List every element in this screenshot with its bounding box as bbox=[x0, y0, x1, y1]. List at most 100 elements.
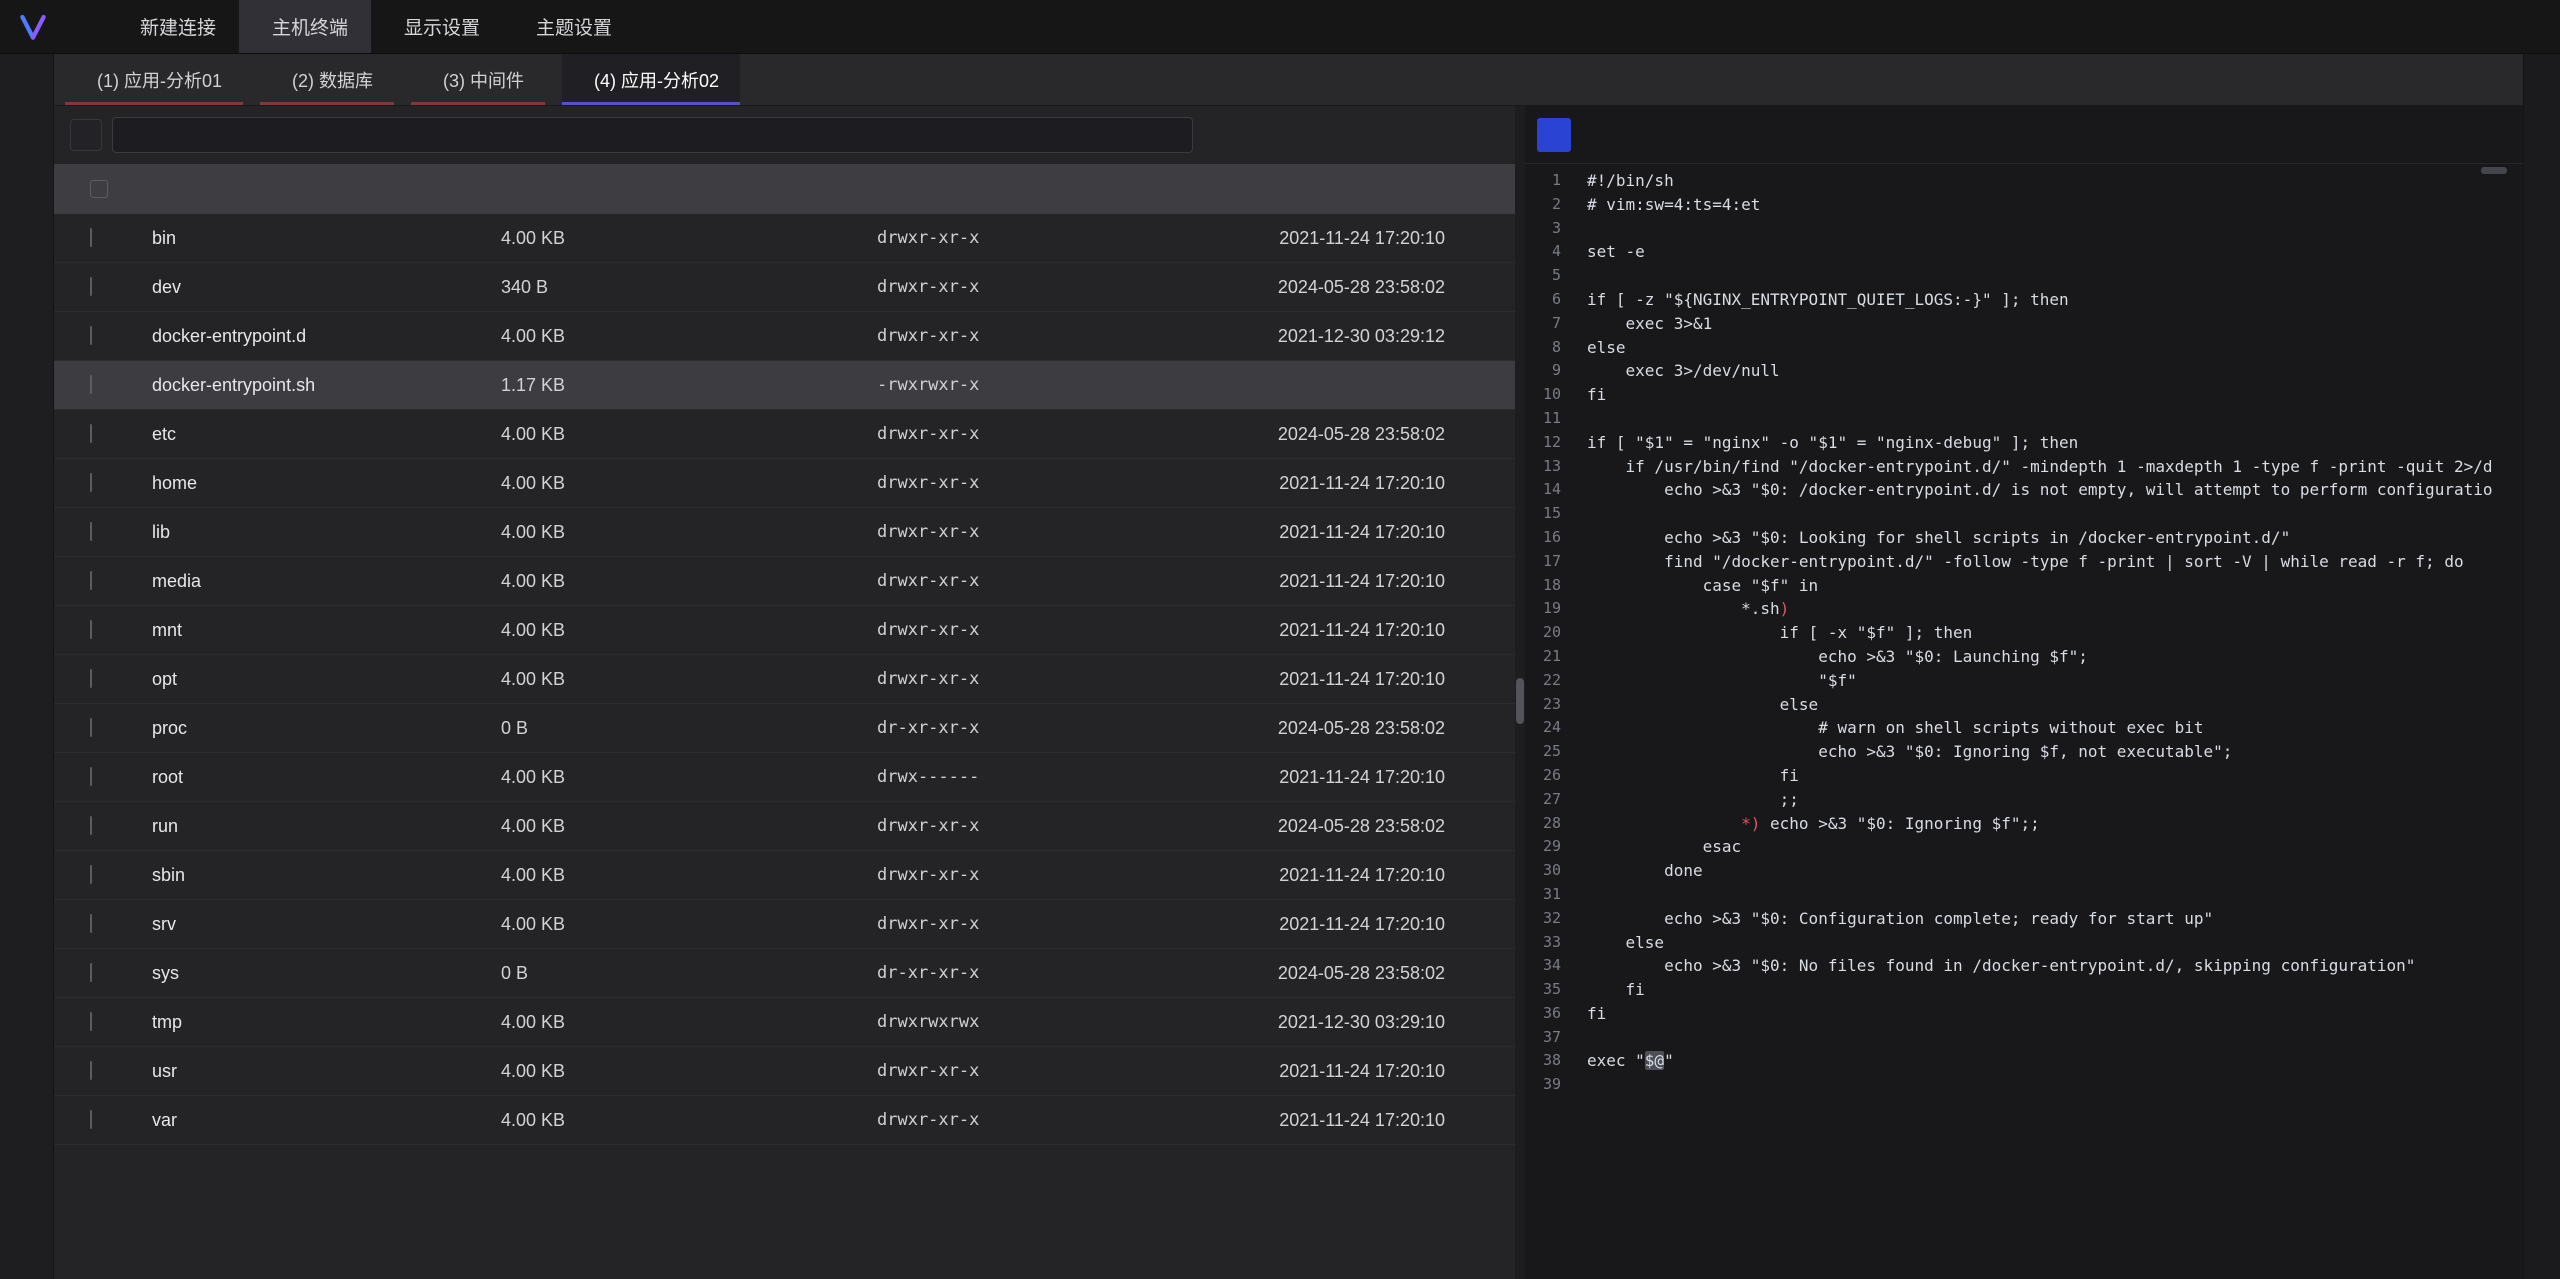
row-checkbox[interactable] bbox=[90, 963, 92, 982]
row-checkbox[interactable] bbox=[90, 620, 92, 639]
fold-chevron-icon[interactable] bbox=[1561, 693, 1587, 717]
menu-item-theme-settings[interactable]: 主题设置 bbox=[503, 0, 635, 53]
fold-chevron-icon[interactable] bbox=[1561, 978, 1587, 1002]
fold-chevron-icon[interactable] bbox=[1561, 883, 1587, 907]
delete-icon[interactable] bbox=[1381, 118, 1415, 152]
file-name-cell[interactable]: var bbox=[139, 1110, 501, 1131]
file-name-cell[interactable]: usr bbox=[139, 1061, 501, 1082]
fold-chevron-icon[interactable] bbox=[1561, 383, 1587, 407]
table-row-tmp[interactable]: tmp 4.00 KB drwxrwxrwx 2021-12-30 03:29:… bbox=[54, 998, 1515, 1047]
select-all-checkbox[interactable] bbox=[90, 180, 108, 198]
table-row-etc[interactable]: etc 4.00 KB drwxr-xr-x 2024-05-28 23:58:… bbox=[54, 410, 1515, 459]
row-checkbox[interactable] bbox=[90, 914, 92, 933]
row-checkbox[interactable] bbox=[90, 1061, 92, 1080]
file-name-cell[interactable]: bin bbox=[139, 228, 501, 249]
upload-icon[interactable] bbox=[1424, 118, 1458, 152]
row-checkbox[interactable] bbox=[90, 571, 92, 590]
table-row-mnt[interactable]: mnt 4.00 KB drwxr-xr-x 2021-11-24 17:20:… bbox=[54, 606, 1515, 655]
terminal-tab-1[interactable]: (1) 应用-分析01 bbox=[65, 54, 243, 105]
file-name-cell[interactable]: proc bbox=[139, 718, 501, 739]
table-row-srv[interactable]: srv 4.00 KB drwxr-xr-x 2021-11-24 17:20:… bbox=[54, 900, 1515, 949]
fold-chevron-icon[interactable] bbox=[1561, 812, 1587, 836]
path-input[interactable] bbox=[135, 124, 1180, 146]
menu-item-new-connection[interactable]: 新建连接 bbox=[107, 0, 239, 53]
download-icon[interactable] bbox=[1467, 118, 1501, 152]
file-name-cell[interactable]: tmp bbox=[139, 1012, 501, 1033]
file-name-cell[interactable]: run bbox=[139, 816, 501, 837]
new-folder-icon[interactable] bbox=[1338, 118, 1372, 152]
fold-chevron-icon[interactable] bbox=[1561, 359, 1587, 383]
row-checkbox[interactable] bbox=[90, 1110, 92, 1129]
fold-chevron-icon[interactable] bbox=[1561, 217, 1587, 241]
editor-file-tab[interactable] bbox=[1537, 118, 1571, 152]
fold-chevron-icon[interactable] bbox=[1561, 740, 1587, 764]
row-checkbox[interactable] bbox=[90, 473, 92, 492]
fold-chevron-icon[interactable] bbox=[1561, 407, 1587, 431]
fold-chevron-icon[interactable] bbox=[1561, 835, 1587, 859]
fold-chevron-icon[interactable] bbox=[1561, 455, 1587, 479]
terminal-tab-4[interactable]: (4) 应用-分析02 bbox=[562, 54, 740, 105]
editor-scrollbar-thumb[interactable] bbox=[2481, 167, 2507, 174]
table-row-media[interactable]: media 4.00 KB drwxr-xr-x 2021-11-24 17:2… bbox=[54, 557, 1515, 606]
fold-chevron-icon[interactable] bbox=[1561, 574, 1587, 598]
menu-item-host-terminal[interactable]: 主机终端 bbox=[239, 0, 371, 53]
row-checkbox[interactable] bbox=[90, 669, 92, 688]
table-row-opt[interactable]: opt 4.00 KB drwxr-xr-x 2021-11-24 17:20:… bbox=[54, 655, 1515, 704]
file-name-cell[interactable]: sys bbox=[139, 963, 501, 984]
file-name-cell[interactable]: etc bbox=[139, 424, 501, 445]
fold-chevron-icon[interactable] bbox=[1561, 550, 1587, 574]
file-name-cell[interactable]: mnt bbox=[139, 620, 501, 641]
table-row-var[interactable]: var 4.00 KB drwxr-xr-x 2021-11-24 17:20:… bbox=[54, 1096, 1515, 1145]
file-name-cell[interactable]: root bbox=[139, 767, 501, 788]
fold-chevron-icon[interactable] bbox=[1561, 502, 1587, 526]
file-name-cell[interactable]: lib bbox=[139, 522, 501, 543]
fold-chevron-icon[interactable] bbox=[1561, 764, 1587, 788]
fold-chevron-icon[interactable] bbox=[1561, 931, 1587, 955]
fold-chevron-icon[interactable] bbox=[1561, 716, 1587, 740]
row-checkbox[interactable] bbox=[90, 277, 92, 296]
fold-chevron-icon[interactable] bbox=[1561, 526, 1587, 550]
table-row-proc[interactable]: proc 0 B dr-xr-xr-x 2024-05-28 23:58:02 bbox=[54, 704, 1515, 753]
fold-chevron-icon[interactable] bbox=[1561, 312, 1587, 336]
menu-item-display-settings[interactable]: 显示设置 bbox=[371, 0, 503, 53]
refresh-icon[interactable] bbox=[1209, 118, 1243, 152]
file-name-cell[interactable]: docker-entrypoint.d bbox=[139, 326, 501, 347]
row-checkbox[interactable] bbox=[90, 228, 92, 247]
table-row-docker-entrypoint.sh[interactable]: docker-entrypoint.sh 1.17 KB -rwxrwxr-x bbox=[54, 361, 1515, 410]
new-file-icon[interactable] bbox=[1295, 118, 1329, 152]
fold-chevron-icon[interactable] bbox=[1561, 1002, 1587, 1026]
row-checkbox[interactable] bbox=[90, 767, 92, 786]
fold-chevron-icon[interactable] bbox=[1561, 669, 1587, 693]
terminal-tab-3[interactable]: (3) 中间件 bbox=[411, 54, 545, 105]
panel-resizer[interactable] bbox=[1515, 106, 1525, 1279]
fold-chevron-icon[interactable] bbox=[1561, 1073, 1587, 1097]
fold-chevron-icon[interactable] bbox=[1561, 288, 1587, 312]
file-name-cell[interactable]: docker-entrypoint.sh bbox=[139, 375, 501, 396]
file-name-cell[interactable]: opt bbox=[139, 669, 501, 690]
file-name-cell[interactable]: sbin bbox=[139, 865, 501, 886]
fold-chevron-icon[interactable] bbox=[1561, 859, 1587, 883]
fold-chevron-icon[interactable] bbox=[1561, 264, 1587, 288]
row-checkbox[interactable] bbox=[90, 718, 92, 737]
resizer-handle[interactable] bbox=[1516, 678, 1524, 724]
row-checkbox[interactable] bbox=[90, 424, 92, 443]
fold-chevron-icon[interactable] bbox=[1561, 1026, 1587, 1050]
fold-chevron-icon[interactable] bbox=[1561, 478, 1587, 502]
row-checkbox[interactable] bbox=[90, 375, 92, 394]
fold-chevron-icon[interactable] bbox=[1561, 193, 1587, 217]
table-row-lib[interactable]: lib 4.00 KB drwxr-xr-x 2021-11-24 17:20:… bbox=[54, 508, 1515, 557]
table-row-home[interactable]: home 4.00 KB drwxr-xr-x 2021-11-24 17:20… bbox=[54, 459, 1515, 508]
table-row-root[interactable]: root 4.00 KB drwx------ 2021-11-24 17:20… bbox=[54, 753, 1515, 802]
table-row-usr[interactable]: usr 4.00 KB drwxr-xr-x 2021-11-24 17:20:… bbox=[54, 1047, 1515, 1096]
fold-chevron-icon[interactable] bbox=[1561, 954, 1587, 978]
table-row-dev[interactable]: dev 340 B drwxr-xr-x 2024-05-28 23:58:02 bbox=[54, 263, 1515, 312]
row-checkbox[interactable] bbox=[90, 865, 92, 884]
back-icon[interactable] bbox=[70, 119, 102, 151]
file-name-cell[interactable]: home bbox=[139, 473, 501, 494]
fold-chevron-icon[interactable] bbox=[1561, 1049, 1587, 1073]
terminal-tab-2[interactable]: (2) 数据库 bbox=[260, 54, 394, 105]
fold-chevron-icon[interactable] bbox=[1561, 240, 1587, 264]
fold-chevron-icon[interactable] bbox=[1561, 169, 1587, 193]
table-row-run[interactable]: run 4.00 KB drwxr-xr-x 2024-05-28 23:58:… bbox=[54, 802, 1515, 851]
row-checkbox[interactable] bbox=[90, 816, 92, 835]
